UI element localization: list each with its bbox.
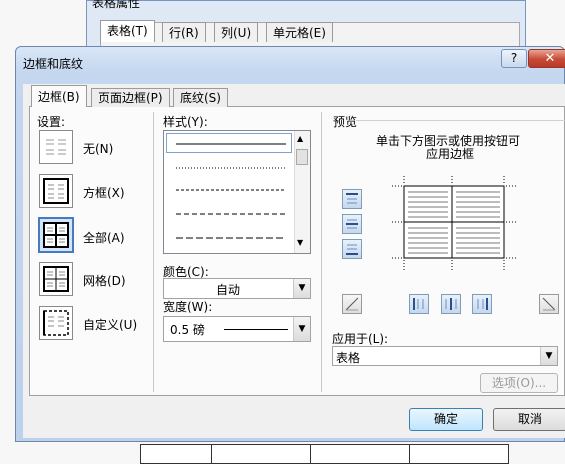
diagonal-up-icon <box>345 297 359 311</box>
ok-button[interactable]: 确定 <box>409 408 483 431</box>
tab-row[interactable]: 行(R) <box>162 22 206 42</box>
dialog-title: 边框和底纹 <box>23 57 84 71</box>
document-table-cell <box>310 444 410 464</box>
help-button[interactable]: ? <box>501 49 527 68</box>
cancel-button[interactable]: 取消 <box>493 408 565 431</box>
diagonal-down-border-button[interactable] <box>539 294 559 314</box>
scroll-thumb[interactable] <box>296 149 308 165</box>
setting-box-label[interactable]: 方框(X) <box>83 184 125 201</box>
setting-none-label[interactable]: 无(N) <box>83 140 113 157</box>
top-border-button[interactable] <box>342 189 362 209</box>
apply-to-value: 表格 <box>336 351 361 365</box>
table-properties-title: 表格属性 <box>92 0 141 10</box>
close-button[interactable]: ✕ <box>528 49 565 68</box>
color-dropdown-icon[interactable]: ▼ <box>293 279 310 298</box>
column-separator <box>321 112 322 392</box>
right-border-button[interactable] <box>472 294 492 314</box>
column-separator <box>153 112 154 392</box>
tab-column[interactable]: 列(U) <box>214 22 259 42</box>
width-sample-line <box>224 329 288 330</box>
all-borders-icon[interactable] <box>38 217 74 253</box>
preview-diagram[interactable] <box>392 176 516 270</box>
scroll-down-icon[interactable]: ▼ <box>297 238 303 247</box>
tab-cell[interactable]: 单元格(E) <box>266 22 333 42</box>
preview-heading: 预览 <box>333 115 358 129</box>
line-style-samples[interactable] <box>168 134 292 250</box>
options-button[interactable]: 选项(O)... <box>480 373 558 393</box>
document-table-cell <box>211 444 311 464</box>
color-value: 自动 <box>215 283 240 297</box>
none-border-icon[interactable] <box>39 130 73 164</box>
tab-page-border[interactable]: 页面边框(P) <box>91 88 170 107</box>
left-border-icon <box>413 298 424 310</box>
width-label: 宽度(W): <box>163 300 213 314</box>
width-value: 0.5 磅 <box>170 323 205 337</box>
tab-shading[interactable]: 底纹(S) <box>173 88 228 107</box>
setting-grid-label[interactable]: 网格(D) <box>83 272 126 289</box>
apply-to-dropdown-icon[interactable]: ▼ <box>540 347 557 365</box>
color-combo[interactable]: 自动 ▼ <box>163 278 311 299</box>
bottom-border-icon <box>346 244 358 255</box>
inside-horizontal-border-button[interactable] <box>342 214 362 234</box>
setting-custom-label[interactable]: 自定义(U) <box>83 316 137 333</box>
width-dropdown-icon[interactable]: ▼ <box>293 317 310 341</box>
grid-border-icon[interactable] <box>39 262 73 296</box>
bottom-border-button[interactable] <box>342 239 362 259</box>
custom-border-icon[interactable] <box>39 306 73 340</box>
diagonal-down-icon <box>542 297 556 311</box>
width-combo[interactable]: 0.5 磅 ▼ <box>163 316 311 342</box>
apply-to-combo[interactable]: 表格 ▼ <box>332 346 558 366</box>
inside-horizontal-border-icon <box>346 219 358 229</box>
setting-all-label[interactable]: 全部(A) <box>83 229 125 246</box>
apply-to-label: 应用于(L): <box>332 332 389 346</box>
left-border-button[interactable] <box>409 294 429 314</box>
tab-borders[interactable]: 边框(B) <box>31 85 87 107</box>
preview-hint-line2: 应用边框 <box>426 147 475 161</box>
top-border-icon <box>346 193 358 204</box>
right-border-icon <box>477 298 488 310</box>
setting-heading: 设置: <box>37 115 66 129</box>
style-heading: 样式(Y): <box>163 115 208 129</box>
box-border-icon[interactable] <box>39 174 73 208</box>
scroll-up-icon[interactable]: ▲ <box>297 134 303 143</box>
diagonal-up-border-button[interactable] <box>342 294 362 314</box>
inside-vertical-border-icon <box>445 298 457 310</box>
preview-heading-line <box>356 120 565 121</box>
document-table-cell <box>140 444 212 464</box>
tab-table[interactable]: 表格(T) <box>100 20 155 42</box>
inside-vertical-border-button[interactable] <box>441 294 461 314</box>
document-table-cell <box>409 444 509 464</box>
